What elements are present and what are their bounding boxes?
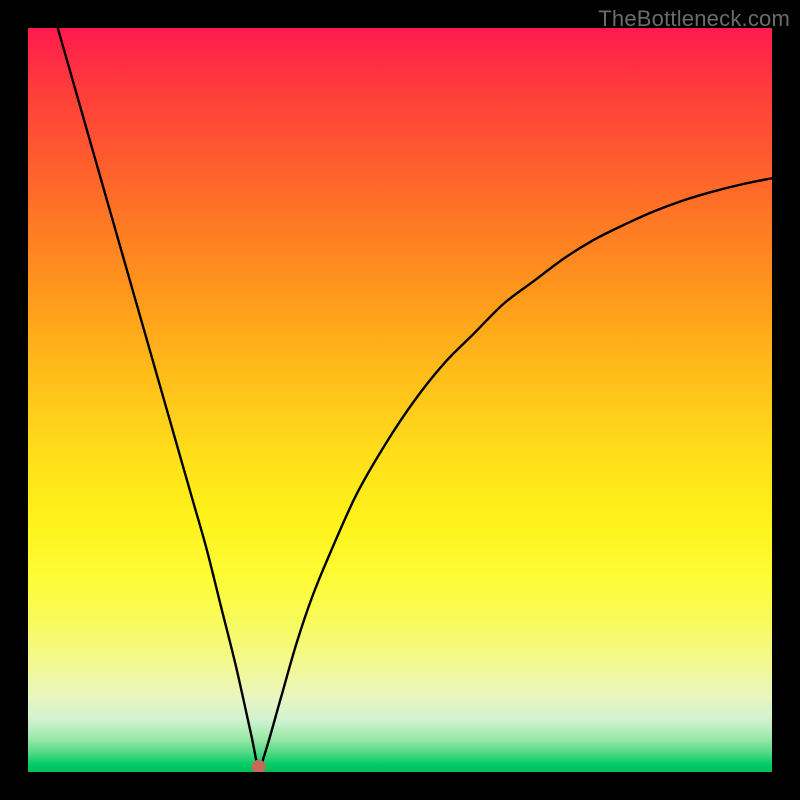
chart-plot-area	[28, 28, 772, 772]
watermark-label: TheBottleneck.com	[598, 6, 790, 32]
bottleneck-curve	[58, 28, 772, 767]
chart-svg	[28, 28, 772, 772]
